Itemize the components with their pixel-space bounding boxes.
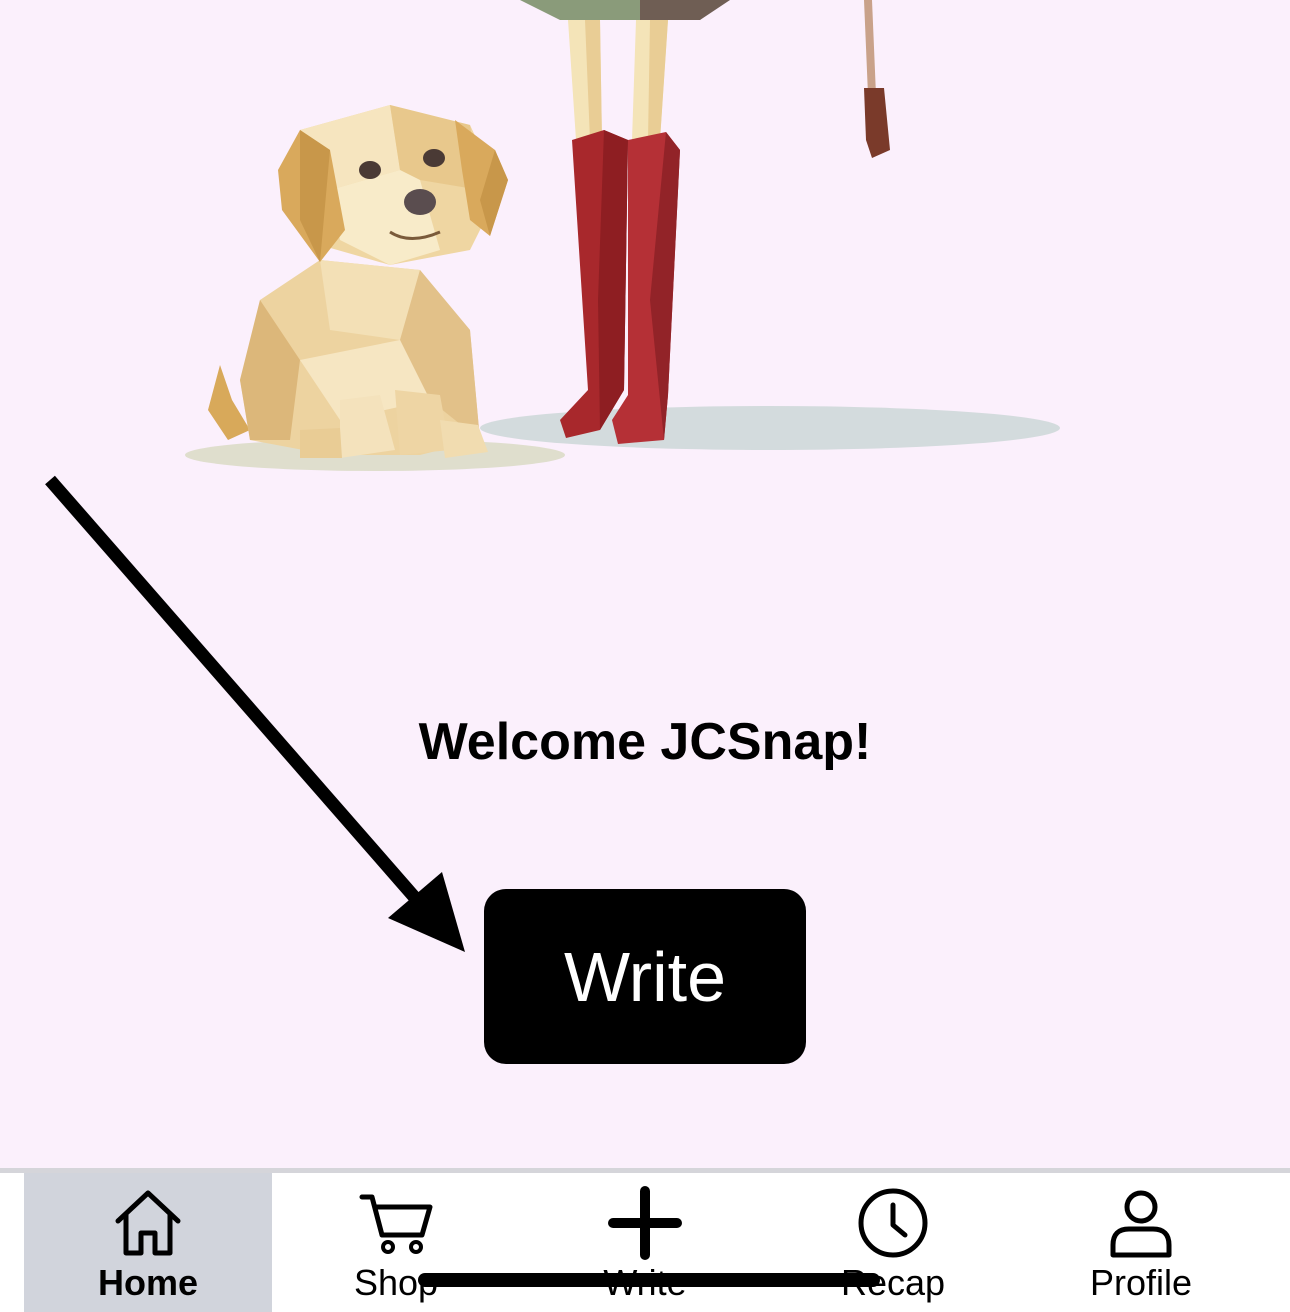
leash <box>864 0 876 95</box>
welcome-heading: Welcome JCSnap! <box>418 713 872 771</box>
bottom-tab-bar: Home Shop Write Recap <box>0 1168 1290 1312</box>
house-icon <box>115 1190 181 1256</box>
girl-legs <box>568 20 668 140</box>
hero-illustration <box>185 0 1060 471</box>
tab-profile-label: Profile <box>1089 1262 1193 1303</box>
puppy <box>208 105 508 458</box>
tab-home[interactable]: Home <box>24 1173 272 1312</box>
tab-write[interactable]: Write <box>521 1173 769 1312</box>
write-button[interactable]: Write <box>484 889 806 1064</box>
clock-icon <box>858 1188 928 1258</box>
cart-icon <box>359 1194 433 1254</box>
home-screen: Welcome JCSnap! Write Home Shop Write <box>0 0 1290 1312</box>
plus-icon <box>608 1186 682 1260</box>
red-boots <box>560 130 680 444</box>
person-icon <box>1110 1190 1172 1258</box>
tab-recap[interactable]: Recap <box>769 1173 1017 1312</box>
tab-profile[interactable]: Profile <box>1017 1173 1265 1312</box>
home-indicator <box>418 1273 880 1287</box>
tab-shop[interactable]: Shop <box>272 1173 520 1312</box>
tab-home-label: Home <box>97 1262 199 1303</box>
